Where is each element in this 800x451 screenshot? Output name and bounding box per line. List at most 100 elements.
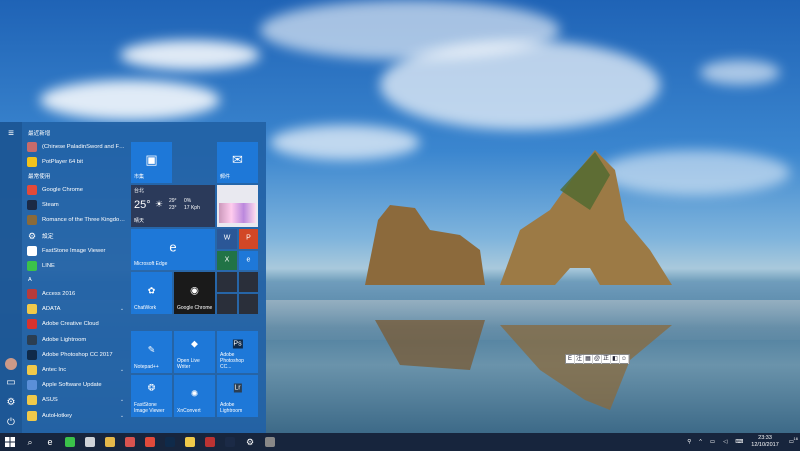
store-bag-icon: ▣	[145, 152, 158, 168]
show-hidden-icons-icon[interactable]: ^	[699, 439, 702, 445]
app-list-item[interactable]: ADATA ⌄	[22, 302, 126, 317]
settings-rail-icon[interactable]: ⚙	[5, 397, 17, 409]
weather-tile[interactable]: 台北 25° ☀ 29° 23° 0% 17 Kph 晴天	[131, 185, 215, 227]
open-live-writer-icon: ◆	[191, 338, 198, 349]
app-list-label: Antec Inc	[42, 367, 67, 374]
taskbar-button[interactable]	[180, 433, 200, 451]
app-list-item[interactable]: FastStone Image Viewer	[22, 243, 126, 258]
ime-button[interactable]: 注	[575, 355, 584, 364]
power-icon[interactable]: ⏻	[5, 417, 17, 429]
excel-tile[interactable]: X	[217, 251, 237, 270]
rock-reflection	[375, 320, 672, 410]
paint-app-taskbar-icon	[265, 437, 275, 447]
volume-icon[interactable]: ◁	[723, 439, 727, 445]
xnconvert-tile[interactable]: ✺ XnConvert	[174, 375, 215, 417]
hamburger-menu-icon[interactable]: ≡	[5, 128, 17, 140]
app-list-label: Google Chrome	[42, 186, 83, 193]
clock[interactable]: 23:33 12/10/2017	[751, 435, 779, 449]
chrome-tile[interactable]: ◉ Google Chrome	[174, 272, 215, 314]
app-list-item[interactable]: Access 2016	[22, 287, 126, 302]
ime-button[interactable]: E	[566, 355, 575, 364]
taskbar-button[interactable]	[220, 433, 240, 451]
app-list-item[interactable]: Adobe Creative Cloud	[22, 317, 126, 332]
edge-small-tile[interactable]: e	[239, 251, 258, 270]
user-avatar-icon[interactable]	[5, 358, 17, 370]
sea-stack-rocks	[365, 150, 672, 285]
keyboard-icon[interactable]: ⌨	[735, 439, 743, 445]
search-icon: ⌕	[27, 436, 33, 447]
open-live-writer-tile[interactable]: ◆ Open Live Writer	[174, 331, 215, 373]
three-kingdoms-icon	[27, 215, 37, 226]
app-list-item[interactable]: Google Chrome	[22, 182, 126, 197]
taskbar-button[interactable]: e	[40, 433, 60, 451]
app-list-item[interactable]: Steam	[22, 198, 126, 213]
ime-button[interactable]: ◧	[611, 355, 620, 364]
photoshop-tile[interactable]: Ps Adobe Photoshop CC...	[217, 331, 258, 373]
app-list-item[interactable]: Antec Inc ⌄	[22, 362, 126, 377]
taskbar-button[interactable]: ⌕	[20, 433, 40, 451]
mail-envelope-icon: ✉	[232, 152, 243, 168]
taskbar-button[interactable]: ⚙	[240, 433, 260, 451]
app-list-item[interactable]: Apple Software Update	[22, 378, 126, 393]
powerpoint-tile[interactable]: P	[239, 229, 258, 249]
people-icon[interactable]: ⚲	[687, 439, 691, 445]
taskbar-button[interactable]	[140, 433, 160, 451]
potplayer-icon	[27, 156, 37, 167]
folder-taskbar-icon	[185, 437, 195, 447]
line-taskbar-icon	[65, 437, 75, 447]
app-list-item[interactable]: Adobe Lightroom	[22, 332, 126, 347]
edge-icon: e	[169, 239, 177, 255]
app-list-label: PotPlayer 64 bit	[42, 158, 83, 165]
taskbar-button[interactable]	[260, 433, 280, 451]
notepadpp-tile[interactable]: ✎ Notepad++	[131, 331, 172, 373]
small-tile-a[interactable]	[217, 272, 237, 292]
faststone-icon: ❂	[147, 382, 156, 393]
app-list-label: Apple Software Update	[42, 382, 102, 389]
mail-tile[interactable]: ✉ 郵件	[217, 142, 258, 183]
taskbar-button[interactable]	[200, 433, 220, 451]
ime-button[interactable]: 正	[602, 355, 611, 364]
chrome-icon: ◉	[190, 285, 199, 297]
settings-gear-icon: ⚙	[27, 230, 37, 241]
app-list-item[interactable]: Adobe Photoshop CC 2017	[22, 347, 126, 362]
expand-chevron-icon: ⌄	[119, 397, 125, 404]
edge-tile[interactable]: e Microsoft Edge	[131, 229, 215, 270]
app-list-item[interactable]: (Chinese PaladinSword and Fai...	[22, 139, 126, 154]
app-list-item[interactable]: ⚙ 設定	[22, 228, 126, 243]
store-tile[interactable]: ▣ 市集	[131, 142, 172, 183]
photoshop-taskbar-icon	[165, 437, 175, 447]
folder-icon	[27, 365, 37, 376]
pictures-icon[interactable]: ▭	[5, 377, 17, 389]
photoshop-icon: Ps	[232, 339, 243, 349]
taskbar-button[interactable]	[80, 433, 100, 451]
app-list-item[interactable]: Romance of the Three Kingdom...	[22, 213, 126, 228]
small-tile-d[interactable]	[239, 294, 258, 314]
app-list-label: Access 2016	[42, 291, 76, 298]
start-button[interactable]	[0, 433, 20, 451]
ime-button[interactable]: @	[593, 355, 602, 364]
taskbar-button[interactable]	[120, 433, 140, 451]
small-tile-c[interactable]	[217, 294, 237, 314]
app-list-item[interactable]: ASUS ⌄	[22, 393, 126, 408]
app-list-item[interactable]: LINE	[22, 258, 126, 273]
taskbar-button[interactable]	[60, 433, 80, 451]
photos-tile[interactable]	[217, 185, 258, 227]
xnconvert-taskbar-icon	[205, 437, 215, 447]
ime-button[interactable]: ▦	[584, 355, 593, 364]
app-list-label: Adobe Creative Cloud	[42, 321, 99, 328]
lightroom-tile[interactable]: Lr Adobe Lightroom	[217, 375, 258, 417]
small-tile-b[interactable]	[239, 272, 258, 292]
network-icon[interactable]: ▭	[710, 439, 715, 445]
ime-button[interactable]: ☺	[620, 355, 629, 364]
app-list-item[interactable]: PotPlayer 64 bit	[22, 154, 126, 169]
chatwork-tile[interactable]: ✿ ChatWork	[131, 272, 172, 314]
section-header-letter-a[interactable]: A	[22, 274, 126, 287]
powerpoint-icon: P	[246, 234, 251, 242]
taskbar-button[interactable]	[160, 433, 180, 451]
faststone-tile[interactable]: ❂ FastStone Image Viewer	[131, 375, 172, 417]
word-tile[interactable]: W	[217, 229, 237, 249]
action-center-icon[interactable]: ▭ 16	[789, 436, 798, 445]
ime-toolbar[interactable]: E 注 ▦ @ 正 ◧ ☺	[565, 354, 630, 364]
taskbar-button[interactable]	[100, 433, 120, 451]
app-list-item[interactable]: AutoHotkey ⌄	[22, 408, 126, 423]
